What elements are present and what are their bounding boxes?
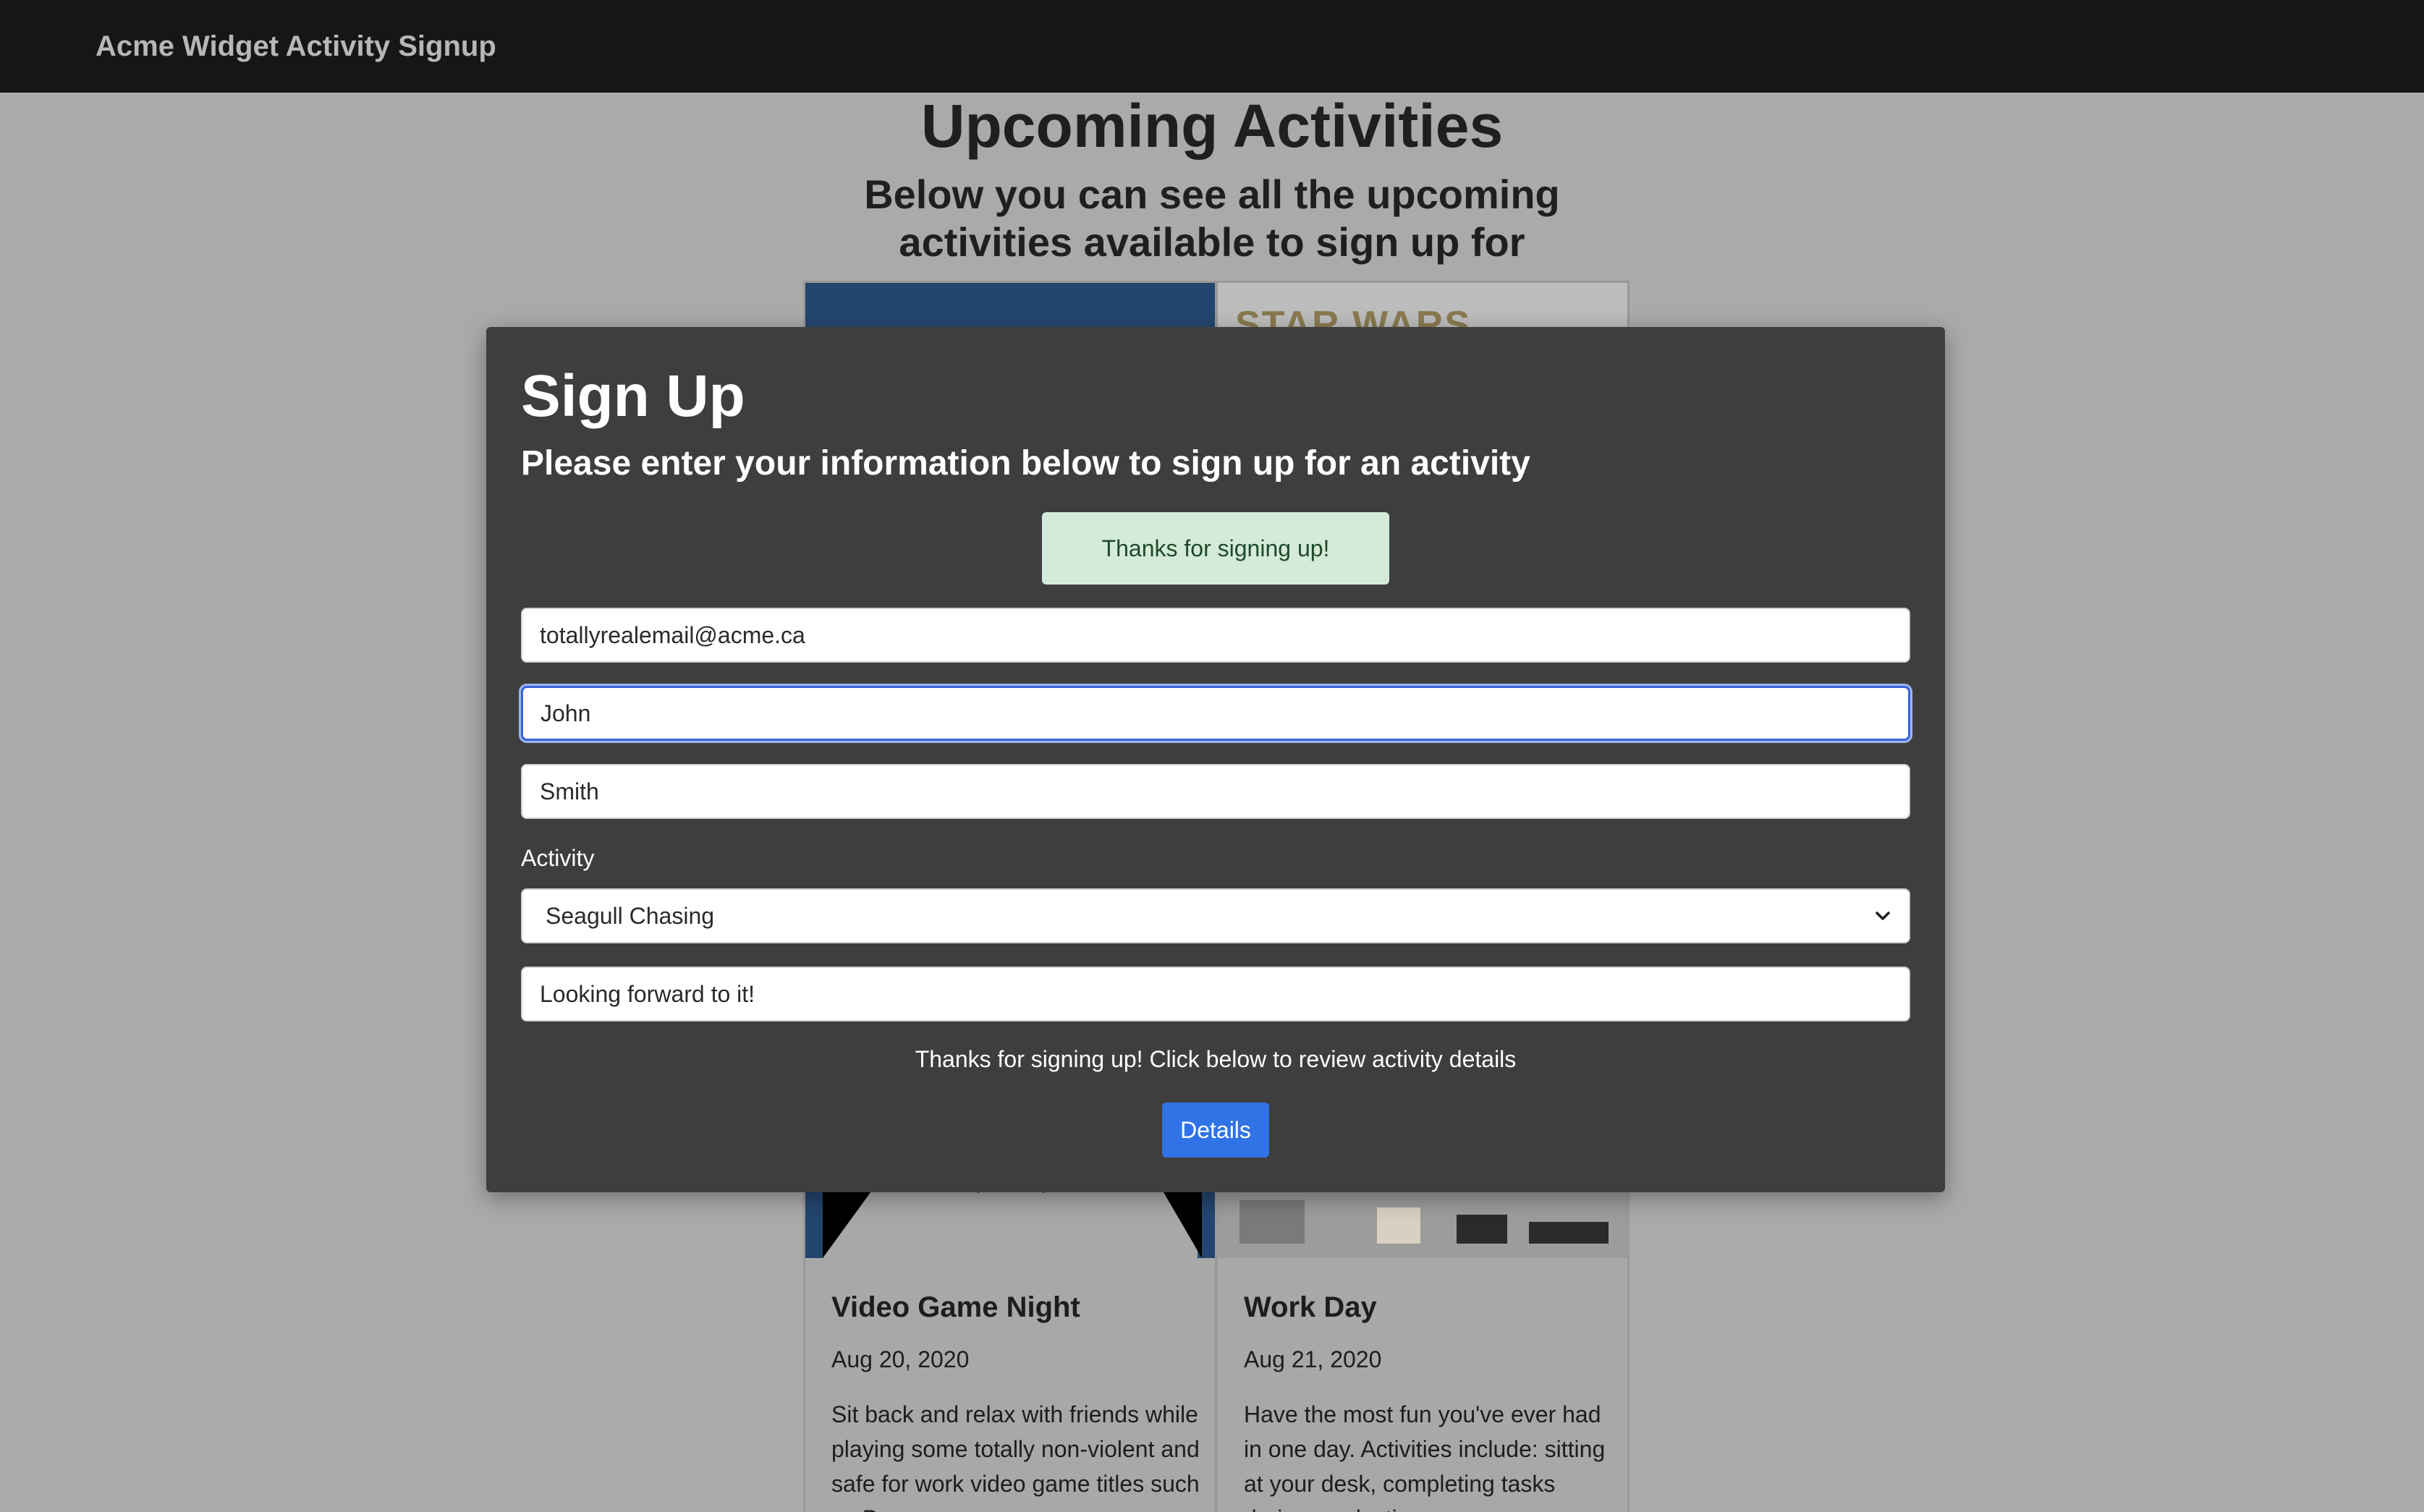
thanks-message: Thanks for signing up! Click below to re…: [915, 1046, 1517, 1072]
last-name-field[interactable]: [521, 764, 1910, 819]
desk-object: [1457, 1215, 1507, 1244]
card-date: Aug 20, 2020: [831, 1346, 970, 1372]
brand-link[interactable]: Acme Widget Activity Signup: [96, 26, 496, 67]
activity-select[interactable]: Seagull Chasing: [521, 888, 1910, 943]
page-title: Upcoming Activities: [920, 92, 1504, 160]
first-name-field[interactable]: [521, 686, 1910, 741]
modal-subtitle: Please enter your information below to s…: [521, 444, 1530, 483]
comments-field[interactable]: [521, 967, 1910, 1022]
details-button[interactable]: Details: [1162, 1103, 1269, 1158]
email-field[interactable]: [521, 608, 1910, 663]
desk-object: [1377, 1207, 1420, 1244]
chevron-down-icon: [1876, 912, 1890, 920]
modal-title: Sign Up: [521, 363, 745, 429]
signup-modal: Sign Up Please enter your information be…: [486, 327, 1945, 1192]
page-subtitle: Below you can see all the upcoming activ…: [864, 171, 1560, 265]
card-title: Work Day: [1244, 1291, 1377, 1323]
activity-label: Activity: [521, 845, 595, 871]
desk-object: [1529, 1222, 1609, 1244]
desk-object: [1239, 1200, 1305, 1244]
success-alert: Thanks for signing up!: [1042, 512, 1389, 585]
card-date: Aug 21, 2020: [1244, 1346, 1382, 1372]
top-navbar: Acme Widget Activity Signup: [0, 0, 2424, 93]
card-description: Have the most fun you've ever had in one…: [1244, 1401, 1606, 1512]
card-title: Video Game Night: [831, 1291, 1080, 1323]
activity-selected-value: Seagull Chasing: [546, 903, 715, 929]
card-description: Sit back and relax with friends while pl…: [831, 1401, 1200, 1512]
